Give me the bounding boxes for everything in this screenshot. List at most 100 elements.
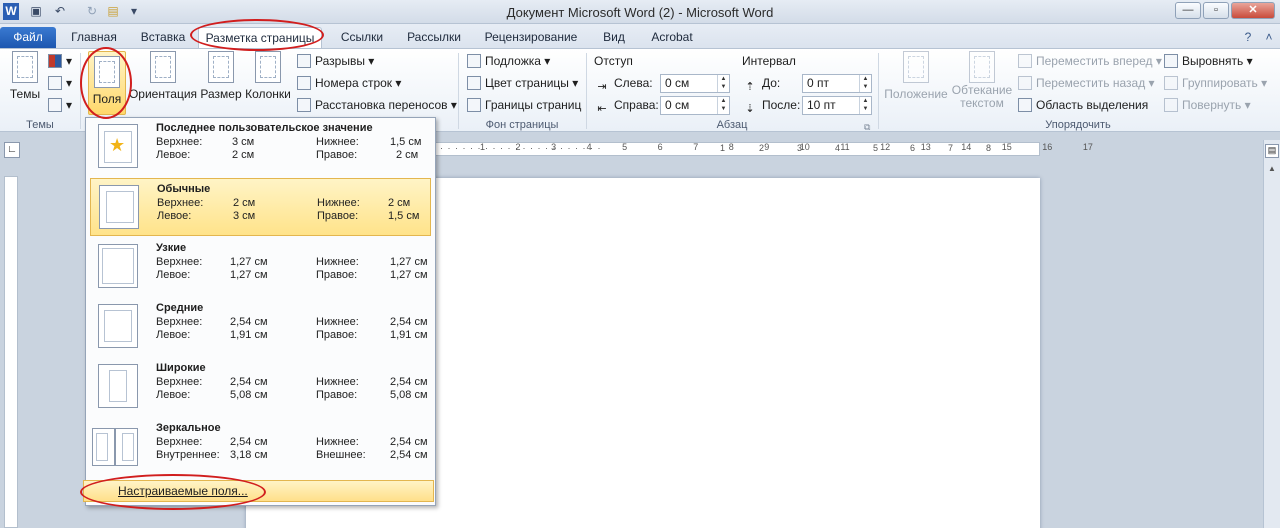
margin-preview-icon xyxy=(98,364,138,408)
columns-button[interactable]: Колонки xyxy=(243,51,293,101)
spinner-arrows-icon[interactable]: ▲ ▼ xyxy=(859,75,871,92)
margin-guide xyxy=(106,191,134,223)
themes-button[interactable]: Темы xyxy=(6,51,44,101)
hyphenation-button[interactable]: Расстановка переносов ▾ xyxy=(297,95,457,115)
wrap-text-icon xyxy=(969,51,995,83)
line-numbers-label: Номера строк xyxy=(315,76,393,90)
margin-option-mirrored[interactable]: Зеркальное Верхнее: 2,54 см Нижнее: 2,54… xyxy=(90,418,431,476)
tab-references[interactable]: Ссылки xyxy=(332,27,392,48)
top-value: 2,54 см xyxy=(230,316,268,328)
close-button[interactable]: ✕ xyxy=(1231,2,1275,19)
tab-selector-icon[interactable]: ∟ xyxy=(4,142,20,158)
left-value: 3 см xyxy=(233,210,256,222)
left-label: Левое: xyxy=(157,210,192,222)
mirror-page-left xyxy=(92,428,115,466)
view-ruler-icon[interactable]: ▤ xyxy=(1265,144,1279,158)
indent-heading: Отступ xyxy=(594,54,633,68)
bottom-label: Нижнее: xyxy=(316,376,359,388)
window-title: Документ Microsoft Word (2) - Microsoft … xyxy=(506,5,774,20)
orientation-button[interactable]: Ориентация xyxy=(128,51,198,101)
send-backward-icon xyxy=(1018,76,1032,90)
bring-forward-button[interactable]: Переместить вперед ▾ xyxy=(1018,51,1162,71)
spinner-arrows-icon[interactable]: ▲ ▼ xyxy=(717,75,729,92)
left-value: 1,27 см xyxy=(230,269,268,281)
line-numbers-button[interactable]: Номера строк ▾ xyxy=(297,73,401,93)
margin-option-narrow[interactable]: Узкие Верхнее: 1,27 см Нижнее: 1,27 см Л… xyxy=(90,238,431,296)
top-label: Верхнее: xyxy=(157,197,204,209)
vertical-scrollbar[interactable]: ▤ ▲ xyxy=(1263,140,1280,528)
align-button[interactable]: Выровнять ▾ xyxy=(1164,51,1253,71)
star-icon: ★ xyxy=(109,135,126,155)
top-label: Верхнее: xyxy=(156,436,203,448)
top-value: 2,54 см xyxy=(230,436,268,448)
send-backward-button[interactable]: Переместить назад ▾ xyxy=(1018,73,1155,93)
annotation-circle-custom xyxy=(80,474,266,510)
hyphenation-label: Расстановка переносов xyxy=(315,98,448,112)
position-button[interactable]: Положение xyxy=(884,51,948,101)
margin-option-normal[interactable]: Обычные Верхнее: 2 см Нижнее: 2 см Левое… xyxy=(90,178,431,236)
margin-option-last-custom[interactable]: ★ Последнее пользовательское значение Ве… xyxy=(90,118,431,176)
page-borders-label: Границы страниц xyxy=(485,98,582,112)
minimize-ribbon-icon[interactable]: ˄ xyxy=(1262,27,1276,48)
page-borders-button[interactable]: Границы страниц xyxy=(467,95,581,115)
theme-colors-icon[interactable]: ▾ xyxy=(48,51,72,71)
tab-home[interactable]: Главная xyxy=(64,27,124,48)
group-objects-button[interactable]: Группировать ▾ xyxy=(1164,73,1267,93)
mirror-page-right xyxy=(115,428,138,466)
spacing-before-text: До: xyxy=(762,76,781,90)
maximize-button[interactable]: ▫ xyxy=(1203,2,1229,19)
tab-review[interactable]: Рецензирование xyxy=(476,27,586,48)
breaks-button[interactable]: Разрывы ▾ xyxy=(297,51,374,71)
tab-view[interactable]: Вид xyxy=(594,27,634,48)
theme-fonts-icon[interactable]: ▾ xyxy=(48,73,72,93)
margin-option-wide[interactable]: Широкие Верхнее: 2,54 см Нижнее: 2,54 см… xyxy=(90,358,431,416)
theme-effects-icon[interactable]: ▾ xyxy=(48,95,72,115)
bottom-label: Нижнее: xyxy=(316,316,359,328)
indent-left-input[interactable]: 0 см ▲ ▼ xyxy=(660,74,730,93)
margin-option-moderate[interactable]: Средние Верхнее: 2,54 см Нижнее: 2,54 см… xyxy=(90,298,431,356)
spacing-before-input[interactable]: 0 пт ▲ ▼ xyxy=(802,74,872,93)
minimize-button[interactable]: — xyxy=(1175,2,1201,19)
spacing-before-icon: ⇡ xyxy=(745,81,755,93)
page-color-button[interactable]: Цвет страницы ▾ xyxy=(467,73,578,93)
top-value: 1,27 см xyxy=(230,256,268,268)
help-icon[interactable]: ? xyxy=(1240,27,1256,48)
tab-acrobat[interactable]: Acrobat xyxy=(642,27,702,48)
wrap-text-button[interactable]: Обтекание текстом xyxy=(950,51,1014,110)
option-title: Зеркальное xyxy=(156,422,221,434)
selection-pane-button[interactable]: Область выделения xyxy=(1018,95,1148,115)
group-separator xyxy=(458,53,459,129)
themes-label: Темы xyxy=(9,87,41,101)
right-label: Правое: xyxy=(316,329,358,341)
ruler-tick: 15 xyxy=(1001,142,1012,152)
bottom-label: Нижнее: xyxy=(316,256,359,268)
left-label: Левое: xyxy=(156,269,191,281)
right-value: 2 см xyxy=(396,149,419,161)
vertical-ruler[interactable] xyxy=(4,176,18,528)
spinner-arrows-icon[interactable]: ▲ ▼ xyxy=(859,97,871,114)
option-title: Обычные xyxy=(157,183,211,195)
margin-guide xyxy=(109,370,127,402)
tab-mailings[interactable]: Рассылки xyxy=(400,27,468,48)
size-button[interactable]: Размер xyxy=(200,51,242,101)
indent-right-input[interactable]: 0 см ▲ ▼ xyxy=(660,96,730,115)
group-label-paragraph: Абзац xyxy=(716,119,748,131)
ruler-tick: 14 xyxy=(961,142,972,152)
indent-left-icon: ⇥ xyxy=(597,81,607,93)
spacing-after-input[interactable]: 10 пт ▲ ▼ xyxy=(802,96,872,115)
ruler-tick: 1 xyxy=(480,142,486,152)
watermark-label: Подложка xyxy=(485,54,541,68)
right-value: 1,27 см xyxy=(390,269,428,281)
margin-preview-icon xyxy=(92,424,140,468)
tab-file[interactable]: Файл xyxy=(0,27,56,48)
size-label: Размер xyxy=(200,87,242,101)
columns-icon xyxy=(255,51,281,83)
watermark-button[interactable]: Подложка ▾ xyxy=(467,51,550,71)
tab-insert[interactable]: Вставка xyxy=(132,27,194,48)
spinner-arrows-icon[interactable]: ▲ ▼ xyxy=(717,97,729,114)
scroll-up-icon[interactable]: ▲ xyxy=(1265,164,1279,178)
paragraph-dialog-launcher-icon[interactable]: ⧉ xyxy=(864,117,870,137)
indent-left-text: Слева: xyxy=(614,76,653,90)
rotate-button[interactable]: Повернуть ▾ xyxy=(1164,95,1251,115)
ruler-tick: 3 xyxy=(551,142,557,152)
